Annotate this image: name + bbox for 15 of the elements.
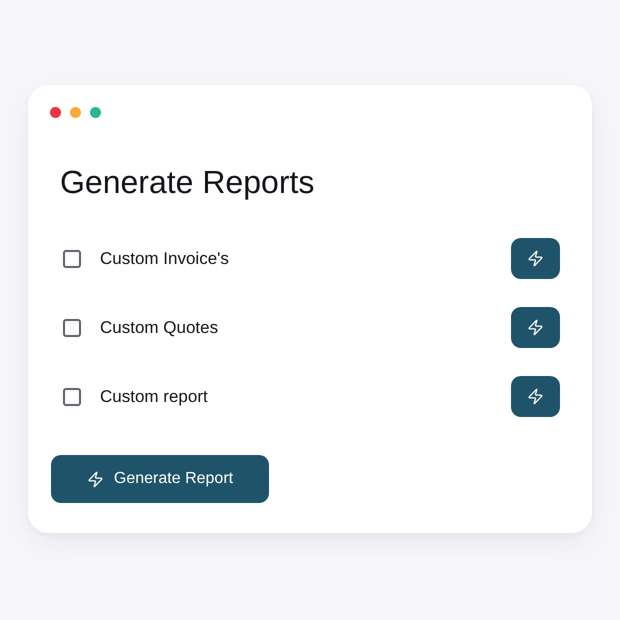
lightning-icon xyxy=(527,319,544,336)
generate-icon-button[interactable] xyxy=(511,307,560,348)
report-label: Custom report xyxy=(100,386,208,406)
generate-icon-button[interactable] xyxy=(511,238,560,279)
generate-report-button[interactable]: Generate Report xyxy=(51,455,269,503)
report-label: Custom Invoice's xyxy=(100,248,229,268)
report-label: Custom Quotes xyxy=(100,318,218,338)
checkbox[interactable] xyxy=(63,318,81,336)
lightning-icon xyxy=(86,470,104,488)
lightning-icon xyxy=(527,250,544,267)
page-title: Generate Reports xyxy=(60,164,314,200)
generate-icon-button[interactable] xyxy=(511,376,560,417)
checkbox[interactable] xyxy=(63,250,81,268)
lightning-icon xyxy=(527,388,544,405)
checkbox[interactable] xyxy=(63,388,81,406)
